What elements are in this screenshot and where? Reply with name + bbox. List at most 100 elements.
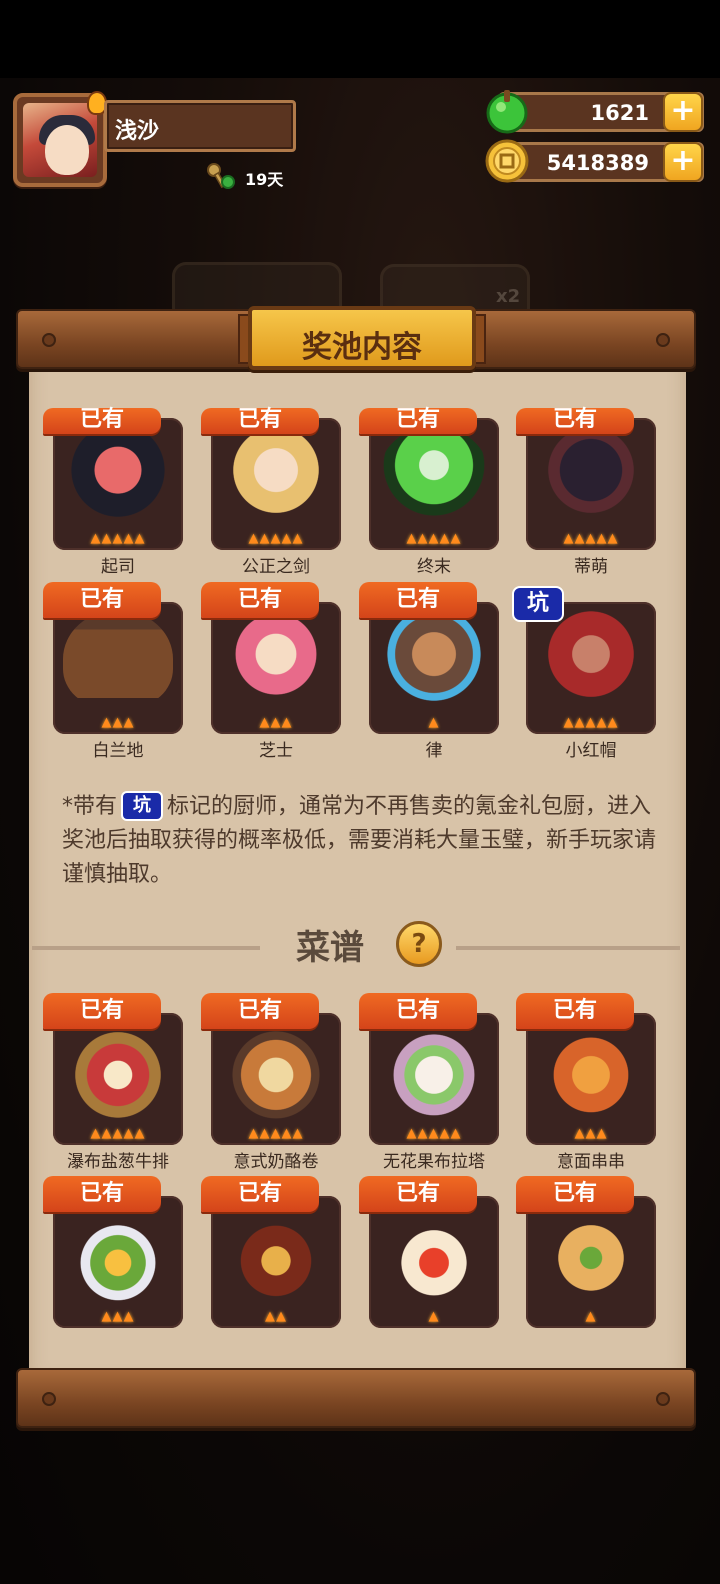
chef-card[interactable]: ▲▲▲ [211,602,341,734]
recipe-card[interactable]: ▲ [526,1196,656,1328]
recipe-name: 意面串串 [557,1152,625,1172]
chef-name: 公正之剑 [242,557,310,577]
recipe-portrait [221,1021,331,1119]
owned-badge: 已有 [201,408,319,434]
flame-icon: ▲▲▲▲▲ [563,531,619,546]
owned-badge: 已有 [359,1176,477,1212]
flame-icon: ▲▲▲▲▲ [406,531,462,546]
nail-icon [42,1392,56,1406]
nail-icon [656,1392,670,1406]
flame-icon: ▲▲▲▲▲ [90,1126,146,1141]
flame-icon: ▲▲▲ [101,715,135,730]
recipe-card[interactable]: ▲▲ [211,1196,341,1328]
chef-portrait [221,610,331,708]
chef-portrait [379,426,489,524]
owned-badge: 已有 [43,1176,161,1212]
flame-icon: ▲ [428,1309,440,1324]
nail-icon [42,333,56,347]
login-days: 19天 [245,170,284,189]
chef-card[interactable]: ▲▲▲▲▲ [53,418,183,550]
chef-card[interactable]: ▲▲▲▲▲ [211,418,341,550]
owned-badge: 已有 [359,408,477,434]
recipe-card[interactable]: ▲▲▲ [53,1196,183,1328]
scroll-rod-bottom [16,1368,696,1428]
notice-prefix: *带有 [62,794,118,819]
recipe-portrait [63,1021,173,1119]
owned-badge: 已有 [516,993,634,1029]
pit-badge: 坑 [512,586,564,622]
flame-icon: ▲▲▲ [259,715,293,730]
flame-icon: ▲▲▲ [101,1309,135,1324]
chef-name: 芝士 [259,741,293,761]
key-icon [207,163,235,189]
coin-icon [485,139,529,183]
owned-badge: 已有 [43,993,161,1029]
chef-name: 白兰地 [92,741,144,761]
flame-icon: ▲▲▲▲▲ [248,531,304,546]
recipe-card[interactable]: ▲▲▲▲▲ [53,1013,183,1145]
chef-name: 起司 [101,557,135,577]
owned-badge: 已有 [201,582,319,618]
recipe-card[interactable]: ▲ [369,1196,499,1328]
coin-count: 5418389 [546,151,649,175]
recipe-name: 无花果布拉塔 [383,1152,485,1172]
owned-badge: 已有 [201,1176,319,1212]
divider-left [32,946,260,950]
chef-name: 律 [425,741,443,761]
chef-portrait [536,610,646,708]
chef-portrait [221,426,331,524]
divider-right [456,946,680,950]
recipe-portrait [536,1021,646,1119]
recipe-portrait [379,1021,489,1119]
flame-icon: ▲ [585,1309,597,1324]
avatar-image [23,103,97,177]
flame-icon: ▲▲▲▲▲ [248,1126,304,1141]
recipe-portrait [536,1204,646,1302]
panel-title: 奖池内容 [302,330,422,365]
owned-badge: 已有 [43,582,161,618]
chef-portrait [536,426,646,524]
owned-badge: 已有 [43,408,161,434]
flame-icon: ▲▲▲▲▲ [406,1126,462,1141]
jade-icon [486,90,528,134]
recipe-portrait [379,1204,489,1302]
help-icon[interactable]: ? [396,921,442,967]
panel-title-plaque: 奖池内容 [248,306,476,370]
chef-portrait [63,610,173,708]
chef-card[interactable]: ▲ [369,602,499,734]
recipe-card[interactable]: ▲▲▲▲▲ [369,1013,499,1145]
flame-icon: ▲▲▲▲▲ [90,531,146,546]
chef-card[interactable]: ▲▲▲▲▲ [369,418,499,550]
player-name: 浅沙 [115,119,160,144]
chef-name: 小红帽 [565,741,617,761]
recipes-title: 菜谱 [296,928,364,968]
flame-icon: ▲ [428,715,440,730]
chef-portrait [63,426,173,524]
chef-name: 蒂萌 [574,557,608,577]
flame-icon: ▲▲▲▲▲ [563,715,619,730]
owned-badge: 已有 [516,408,634,434]
nail-icon [656,333,670,347]
owned-badge: 已有 [359,582,477,618]
owned-badge: 已有 [359,993,477,1029]
flame-icon: ▲▲ [265,1309,287,1324]
recipe-name: 瀑布盐葱牛排 [67,1152,169,1172]
add-jade-button[interactable]: + [663,92,703,132]
chef-card[interactable]: ▲▲▲ [53,602,183,734]
pit-marker-badge: 坑 [121,791,164,821]
chef-name: 终末 [417,557,451,577]
add-coins-button[interactable]: + [663,142,703,182]
player-name-box: 浅沙 [104,100,296,152]
recipe-name: 意式奶酪卷 [233,1152,319,1172]
player-avatar[interactable] [13,91,107,187]
jade-count: 1621 [590,101,649,125]
owned-badge: 已有 [516,1176,634,1212]
recipe-card[interactable]: ▲▲▲ [526,1013,656,1145]
recipe-portrait [221,1204,331,1302]
chef-portrait [379,610,489,708]
owned-badge: 已有 [201,993,319,1029]
chef-card[interactable]: ▲▲▲▲▲ [526,418,656,550]
pit-notice: *带有坑标记的厨师，通常为不再售卖的氪金礼包厨，进入奖池后抽取获得的概率极低，需… [62,790,662,892]
recipe-card[interactable]: ▲▲▲▲▲ [211,1013,341,1145]
avatar-face [45,125,89,175]
